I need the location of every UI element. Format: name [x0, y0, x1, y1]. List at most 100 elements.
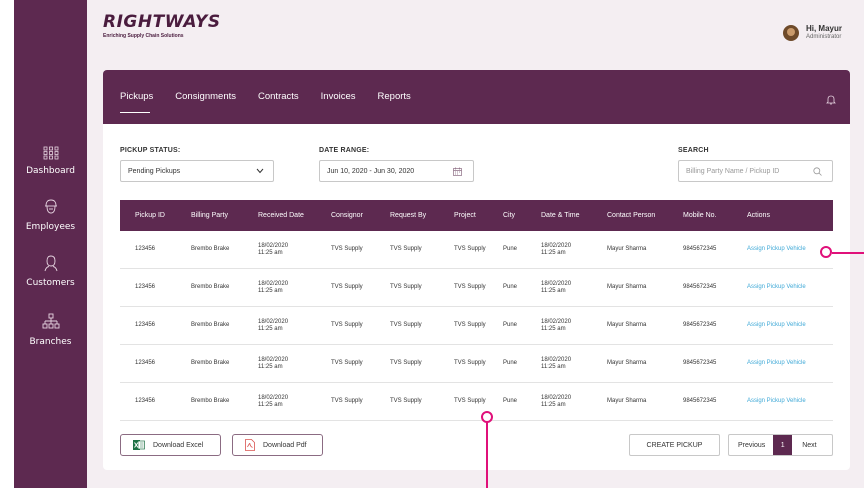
tab-pickups[interactable]: Pickups: [120, 91, 153, 113]
column-header: Actions: [747, 212, 770, 219]
sidebar-item-branches[interactable]: Branches: [14, 313, 87, 347]
cell-text: Mayur Sharma: [607, 360, 647, 366]
cell-text: Mayur Sharma: [607, 322, 647, 328]
table-row: 123456 Brembo Brake 18/02/2020 11:25 am TVS …: [120, 231, 833, 269]
table-cell: Brembo Brake: [191, 269, 229, 306]
table-cell: Mayur Sharma: [607, 231, 646, 268]
sidebar-item-dashboard[interactable]: Dashboard: [14, 146, 87, 176]
cell-text: Brembo Brake: [191, 284, 230, 290]
cell-text: 9845672345: [683, 398, 717, 404]
cell-text: 11:25 am: [541, 325, 566, 332]
helmet-icon: [14, 198, 87, 216]
date-range-value: Jun 10, 2020 - Jun 30, 2020: [327, 167, 415, 175]
sidebar-item-customers[interactable]: Customers: [14, 254, 87, 288]
table-cell: TVS Supply: [331, 269, 363, 306]
sidebar-item-label: Customers: [26, 278, 75, 288]
cell-text: 123456: [135, 246, 156, 252]
cell-text: Pune: [503, 246, 518, 252]
tab-consignments[interactable]: Consignments: [175, 91, 236, 108]
download-pdf-label: Download Pdf: [263, 441, 307, 449]
table-cell: TVS Supply: [454, 269, 486, 306]
table-cell: TVS Supply: [454, 231, 486, 268]
table-row: 123456 Brembo Brake 18/02/2020 11:25 am TVS …: [120, 307, 833, 345]
annotation-line: [486, 420, 488, 488]
cell-text: 11:25 am: [541, 249, 566, 256]
cell-text: Brembo Brake: [191, 360, 230, 366]
cell-text: 18/02/2020: [258, 280, 289, 287]
assign-pickup-vehicle-link[interactable]: Assign Pickup Vehicle: [747, 269, 806, 306]
table-cell: Mayur Sharma: [607, 269, 646, 306]
table-cell: Brembo Brake: [191, 383, 229, 420]
column-header: Received Date: [258, 212, 304, 219]
sidebar-item-employees[interactable]: Employees: [14, 198, 87, 232]
sidebar-item-label: Branches: [29, 337, 72, 347]
table-cell: 123456: [135, 231, 155, 268]
cell-text: TVS Supply: [454, 246, 486, 252]
assign-pickup-vehicle-link[interactable]: Assign Pickup Vehicle: [747, 307, 806, 344]
search-input[interactable]: Billing Party Name / Pickup ID: [678, 160, 833, 182]
table-body: 123456 Brembo Brake 18/02/2020 11:25 am TVS …: [120, 231, 833, 421]
download-excel-label: Download Excel: [153, 441, 204, 449]
cell-text: 11:25 am: [258, 249, 283, 256]
bell-icon[interactable]: [826, 92, 836, 110]
hierarchy-icon: [14, 313, 87, 331]
table-cell: 18/02/2020 11:25 am: [258, 307, 288, 344]
table-cell: 123456: [135, 383, 155, 420]
cell-text: Assign Pickup Vehicle: [747, 398, 806, 404]
download-pdf-button[interactable]: Download Pdf: [232, 434, 323, 456]
cell-text: 18/02/2020: [541, 280, 572, 287]
cell-text: Mayur Sharma: [607, 246, 647, 252]
cell-text: 18/02/2020: [258, 318, 289, 325]
page-number-current[interactable]: 1: [773, 435, 793, 455]
sidebar: Dashboard Employees Customers Branches: [14, 0, 87, 488]
table-cell: 9845672345: [683, 383, 716, 420]
cell-text: TVS Supply: [390, 246, 422, 252]
table-cell: 18/02/2020 11:25 am: [258, 345, 288, 382]
cell-text: 11:25 am: [541, 363, 566, 370]
date-range-input[interactable]: Jun 10, 2020 - Jun 30, 2020: [319, 160, 474, 182]
assign-pickup-vehicle-link[interactable]: Assign Pickup Vehicle: [747, 345, 806, 382]
pickup-status-select[interactable]: Pending Pickups: [120, 160, 274, 182]
cell-text: 18/02/2020: [541, 318, 572, 325]
user-menu[interactable]: Hi, Mayur Administrator: [782, 24, 842, 41]
table-cell: TVS Supply: [390, 231, 422, 268]
cell-text: 18/02/2020: [258, 356, 289, 363]
cell-text: Assign Pickup Vehicle: [747, 360, 806, 366]
table-cell: TVS Supply: [390, 269, 422, 306]
create-pickup-label: CREATE PICKUP: [646, 441, 703, 449]
annotation-marker: [481, 411, 493, 423]
create-pickup-button[interactable]: CREATE PICKUP: [629, 434, 720, 456]
cell-text: 123456: [135, 284, 156, 290]
cell-text: TVS Supply: [331, 360, 363, 366]
next-button[interactable]: Next: [802, 442, 816, 449]
cell-text: Pune: [503, 284, 518, 290]
table-cell: 18/02/2020 11:25 am: [541, 345, 571, 382]
table-cell: Pune: [503, 269, 517, 306]
person-icon: [14, 254, 87, 272]
cell-text: 11:25 am: [258, 401, 283, 408]
cell-text: 18/02/2020: [541, 394, 572, 401]
calendar-icon[interactable]: [453, 167, 462, 178]
cell-text: Pune: [503, 398, 518, 404]
tab-contracts[interactable]: Contracts: [258, 91, 299, 108]
table-cell: 123456: [135, 269, 155, 306]
search-icon[interactable]: [813, 167, 822, 178]
download-excel-button[interactable]: Download Excel: [120, 434, 221, 456]
cell-text: 18/02/2020: [258, 242, 289, 249]
table-cell: 18/02/2020 11:25 am: [541, 307, 571, 344]
tab-invoices[interactable]: Invoices: [321, 91, 356, 108]
previous-button[interactable]: Previous: [738, 442, 765, 449]
table-cell: 18/02/2020 11:25 am: [541, 231, 571, 268]
table-cell: Pune: [503, 345, 517, 382]
pdf-icon: [245, 439, 255, 451]
table-cell: TVS Supply: [390, 345, 422, 382]
tab-reports[interactable]: Reports: [378, 91, 411, 108]
pickups-table: Pickup ID Billing Party Received Date Co…: [120, 200, 833, 421]
pickup-status-label: PICKUP STATUS:: [120, 147, 181, 154]
cell-text: Pune: [503, 360, 518, 366]
cell-text: Assign Pickup Vehicle: [747, 322, 806, 328]
assign-pickup-vehicle-link[interactable]: Assign Pickup Vehicle: [747, 231, 806, 268]
cell-text: TVS Supply: [331, 284, 363, 290]
brand-logo[interactable]: RIGHTWAYS Enriching Supply Chain Solutio…: [103, 12, 221, 39]
assign-pickup-vehicle-link[interactable]: Assign Pickup Vehicle: [747, 383, 806, 420]
